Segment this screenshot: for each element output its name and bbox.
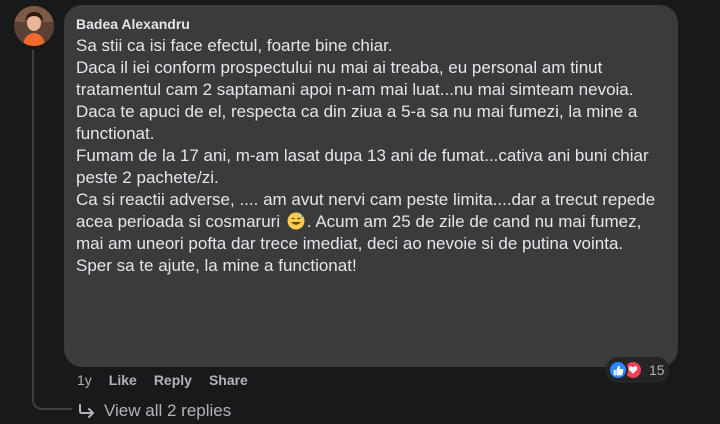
view-replies-link[interactable]: View all 2 replies: [78, 401, 231, 421]
reply-arrow-icon: [79, 404, 94, 418]
comment-line: Daca te apuci de el, respecta ca din ziu…: [76, 102, 643, 143]
avatar-image: [14, 6, 54, 46]
comment-bubble: Badea Alexandru Sa stii ca isi face efec…: [64, 5, 678, 367]
reactions-summary[interactable]: 15: [606, 357, 669, 383]
comment-line: Daca il iei conform prospectului nu mai …: [76, 58, 634, 99]
like-icon: [608, 360, 628, 380]
comment-author[interactable]: Badea Alexandru: [76, 15, 666, 33]
avatar[interactable]: [14, 6, 54, 46]
comment-actions: 1y Like Reply Share: [77, 372, 265, 388]
comment-text: Sa stii ca isi face efectul, foarte bine…: [76, 35, 666, 277]
comment-timestamp[interactable]: 1y: [77, 372, 92, 388]
reaction-count: 15: [649, 362, 665, 378]
comment-line: Fumam de la 17 ani, m-am lasat dupa 13 a…: [76, 146, 654, 187]
share-button[interactable]: Share: [209, 372, 248, 388]
comment-line: Sper sa te ajute, la mine a functionat!: [76, 256, 357, 275]
comment-line: Sa stii ca isi face efectul, foarte bine…: [76, 36, 393, 55]
view-replies-label: View all 2 replies: [104, 401, 232, 420]
grinning-sweat-emoji-icon: [287, 212, 305, 230]
like-button[interactable]: Like: [109, 372, 137, 388]
reply-button[interactable]: Reply: [154, 372, 192, 388]
